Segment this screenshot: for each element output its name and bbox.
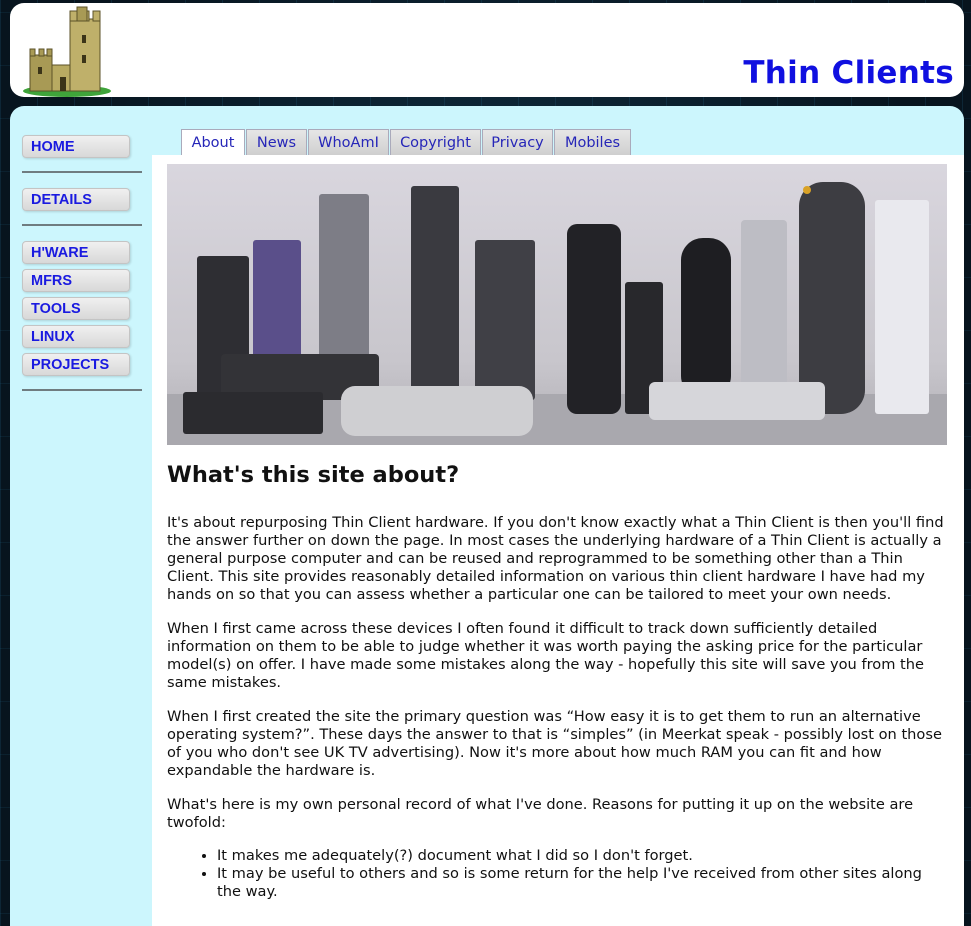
reasons-list: It makes me adequately(?) document what … — [167, 847, 947, 901]
castle-icon[interactable] — [22, 5, 112, 97]
nav-divider — [22, 171, 142, 173]
intro-paragraph: It's about repurposing Thin Client hardw… — [167, 514, 944, 603]
tab-about[interactable]: About — [181, 129, 245, 156]
content-panel: HOME DETAILS H'WARE MFRS TOOLS LINUX PRO… — [10, 106, 964, 926]
site-title: Thin Clients — [743, 55, 954, 91]
thin-clients-photo — [167, 164, 947, 445]
tab-copyright[interactable]: Copyright — [390, 129, 481, 155]
reasons-paragraph: What's here is my own personal record of… — [167, 796, 914, 831]
page-heading: What's this site about? — [167, 462, 460, 488]
tab-whoami[interactable]: WhoAmI — [308, 129, 389, 155]
nav-linux-button[interactable]: LINUX — [22, 325, 130, 348]
nav-mfrs-button[interactable]: MFRS — [22, 269, 130, 292]
os-paragraph: When I first created the site the primar… — [167, 708, 942, 779]
tab-news[interactable]: News — [246, 129, 307, 155]
history-paragraph: When I first came across these devices I… — [167, 620, 924, 691]
nav-hware-button[interactable]: H'WARE — [22, 241, 130, 264]
tab-privacy[interactable]: Privacy — [482, 129, 553, 155]
tab-mobiles[interactable]: Mobiles — [554, 129, 631, 155]
list-item: It makes me adequately(?) document what … — [217, 847, 947, 865]
nav-divider — [22, 389, 142, 391]
site-header: Thin Clients — [10, 3, 964, 97]
nav-home-button[interactable]: HOME — [22, 135, 130, 158]
nav-divider — [22, 224, 142, 226]
nav-tools-button[interactable]: TOOLS — [22, 297, 130, 320]
main-content: What's this site about? It's about repur… — [152, 155, 964, 926]
nav-projects-button[interactable]: PROJECTS — [22, 353, 130, 376]
nav-details-button[interactable]: DETAILS — [22, 188, 130, 211]
list-item: It may be useful to others and so is som… — [217, 865, 947, 901]
